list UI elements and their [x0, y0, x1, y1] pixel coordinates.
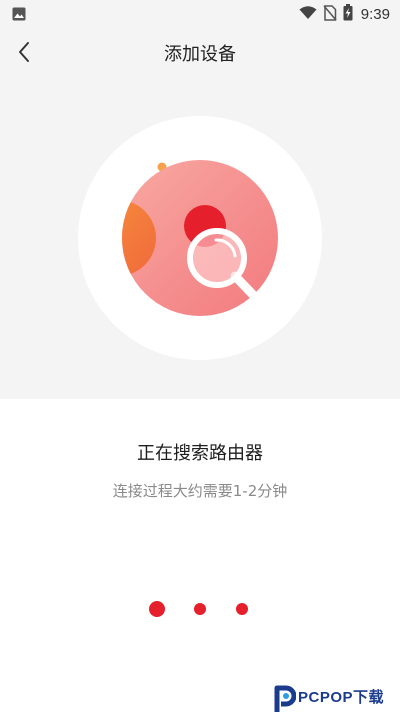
wifi-icon	[299, 5, 317, 24]
page-title: 添加设备	[164, 44, 236, 65]
status-bar: 9:39	[0, 0, 400, 28]
nav-bar: 添加设备	[0, 28, 400, 76]
photo-icon	[12, 6, 26, 25]
search-status-subtitle: 连接过程大约需要1-2分钟	[112, 482, 288, 500]
loading-dot	[149, 601, 165, 617]
status-time: 9:39	[360, 6, 390, 23]
watermark: PCPOP下载	[274, 684, 398, 718]
search-illustration	[122, 160, 278, 316]
battery-charging-icon	[343, 4, 353, 25]
search-status-title: 正在搜索路由器	[137, 443, 263, 464]
watermark-logo-icon	[274, 685, 296, 712]
watermark-text: PCPOP下载	[298, 689, 385, 706]
loading-dot	[236, 603, 248, 615]
no-sim-icon	[323, 4, 337, 25]
loading-dot	[194, 603, 206, 615]
orange-crescent	[122, 200, 156, 276]
